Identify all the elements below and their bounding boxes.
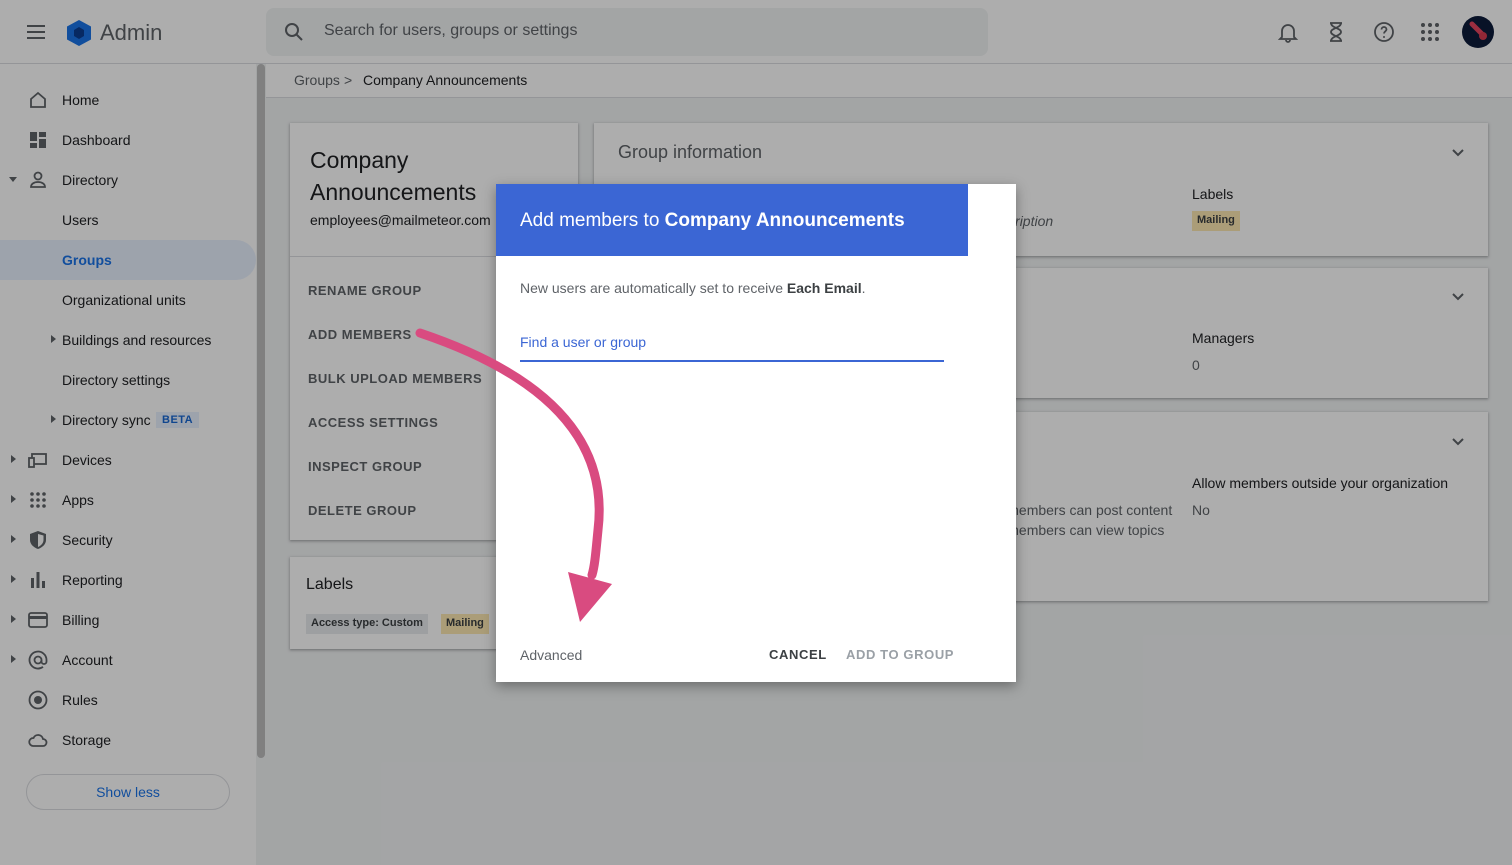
dialog-info-text: New users are automatically set to recei…	[520, 280, 865, 296]
dialog-header: Add members to Company Announcements	[496, 184, 968, 256]
info-prefix: New users are automatically set to recei…	[520, 280, 787, 296]
find-user-input[interactable]	[520, 324, 944, 362]
add-members-dialog: Add members to Company Announcements New…	[496, 184, 968, 682]
advanced-link[interactable]: Advanced	[520, 647, 582, 663]
cancel-button[interactable]: CANCEL	[769, 647, 827, 662]
dialog-title-prefix: Add members to	[520, 210, 665, 231]
dialog-title-group: Company Announcements	[664, 210, 905, 231]
info-bold: Each Email	[786, 280, 862, 296]
add-to-group-button[interactable]: ADD TO GROUP	[846, 647, 954, 662]
info-suffix: .	[861, 280, 866, 296]
dialog-title: Add members to Company Announcements	[520, 210, 905, 232]
